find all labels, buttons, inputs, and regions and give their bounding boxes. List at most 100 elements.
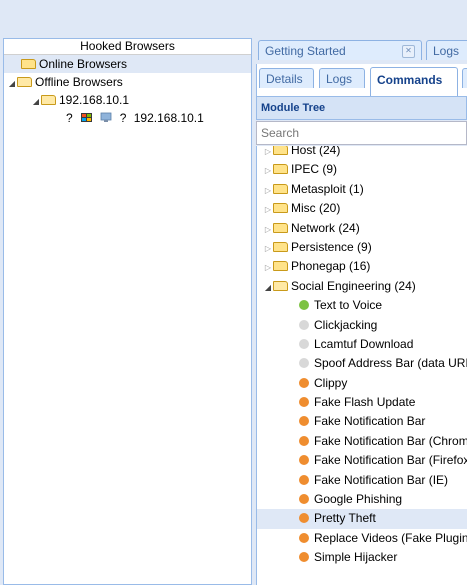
module-item-label: Replace Videos (Fake Plugin) [314,530,467,545]
status-dot-orange-icon [299,455,309,466]
status-dot-orange-icon [299,532,309,543]
online-browsers-label: Online Browsers [39,57,128,71]
folder-icon [273,241,288,252]
module-item-simple-hijacker[interactable]: Simple Hijacker [257,548,467,567]
module-category-phonegap-16[interactable]: ▷ Phonegap (16) [257,257,467,276]
module-category-misc-20[interactable]: ▷ Misc (20) [257,199,467,218]
module-item-label: Spoof Address Bar (data URI) [314,356,467,371]
status-dot-orange-icon [299,513,309,524]
tab-logs[interactable]: Logs [426,40,467,60]
host-node[interactable]: ◢ 192.168.10.1 [4,91,251,109]
collapsed-triangle-icon[interactable]: ▷ [263,181,273,200]
status-dot-orange-icon [299,377,309,388]
module-item-fake-notification-bar[interactable]: Fake Notification Bar [257,412,467,431]
module-category-social-engineering-24[interactable]: ◢ Social Engineering (24) [257,277,467,296]
module-category-network-24[interactable]: ▷ Network (24) [257,219,467,238]
module-tree-title: Module Tree [256,96,467,120]
tab-getting-started[interactable]: Getting Started ✕ [258,40,422,60]
unknown-browser-icon: ? [66,111,73,125]
collapsed-triangle-icon[interactable]: ▷ [263,258,273,277]
module-item-google-phishing[interactable]: Google Phishing [257,490,467,509]
collapsed-triangle-icon[interactable]: ▷ [263,200,273,219]
tab-commands[interactable]: Commands [370,67,458,96]
browser-ip-label: 192.168.10.1 [133,111,204,125]
tab-logs-browser[interactable]: Logs [319,68,365,88]
module-item-text-to-voice[interactable]: Text to Voice [257,296,467,315]
module-item-label: Fake Flash Update [314,395,416,410]
module-category-label: Metasploit (1) [291,181,364,196]
tab-commands-label: Commands [377,73,443,87]
hooked-browsers-panel: Hooked Browsers Online Browsers ◢ Offline… [3,38,252,585]
tab-details-label: Details [266,72,303,86]
host-label: 192.168.10.1 [59,93,130,107]
module-category-ipec-9[interactable]: ▷ IPEC (9) [257,160,467,179]
folder-open-icon [41,95,56,105]
windows-os-icon [81,113,93,122]
module-category-host-24[interactable]: ▷ Host (24) [257,146,467,160]
status-dot-gray-icon [299,338,309,349]
tab-getting-started-label: Getting Started [265,44,346,58]
folder-icon [273,164,288,175]
module-item-fake-notification-bar-ie[interactable]: Fake Notification Bar (IE) [257,471,467,490]
folder-open-icon [17,77,32,87]
module-item-clippy[interactable]: Clippy [257,374,467,393]
module-category-metasploit-1[interactable]: ▷ Metasploit (1) [257,180,467,199]
offline-browsers-label: Offline Browsers [35,75,123,89]
collapsed-triangle-icon[interactable]: ▷ [263,220,273,239]
module-item-label: Text to Voice [314,298,383,313]
tab-logs-label: Logs [433,44,460,58]
online-browsers-node[interactable]: Online Browsers [4,55,251,73]
module-item-label: Fake Notification Bar (Chrome) [314,433,467,448]
close-icon[interactable]: ✕ [402,45,415,58]
computer-icon [100,112,112,122]
module-search-input[interactable]: Search [256,121,467,145]
module-category-label: IPEC (9) [291,162,338,177]
module-tree: ▷ Host (24) ▷ IPEC (9) ▷ Metasploit (1) ▷ Misc … [256,146,467,585]
module-item-label: Clickjacking [314,317,378,332]
module-item-label: Simple Hijacker [314,550,398,565]
hooked-browsers-header: Hooked Browsers [4,39,251,55]
status-dot-gray-icon [299,358,309,369]
folder-open-icon [273,280,288,291]
module-item-label: Clippy [314,375,348,390]
main-tab-strip: Getting Started ✕ Logs [256,38,467,64]
expanded-triangle-icon[interactable]: ◢ [263,278,273,297]
module-item-pretty-theft[interactable]: Pretty Theft [257,509,467,529]
unknown-device-icon: ? [119,111,127,125]
module-category-label: Host (24) [291,146,341,157]
tab-details[interactable]: Details [259,68,314,88]
module-item-lcamtuf-download[interactable]: Lcamtuf Download [257,335,467,354]
module-category-label: Persistence (9) [291,239,372,254]
top-banner [0,0,467,38]
folder-icon [273,183,288,194]
module-item-spoof-address-bar-data-uri[interactable]: Spoof Address Bar (data URI) [257,354,467,373]
module-category-label: Phonegap (16) [291,259,371,274]
tab-logs-browser-label: Logs [326,72,353,86]
status-dot-green-icon [299,300,309,311]
tab-overflow[interactable] [462,68,467,88]
offline-browsers-node[interactable]: ◢ Offline Browsers [4,73,251,91]
status-dot-orange-icon [299,397,309,408]
folder-icon [273,222,288,233]
collapsed-triangle-icon[interactable]: ▷ [263,146,273,161]
module-category-label: Misc (20) [291,201,341,216]
module-item-replace-videos-fake-plugin[interactable]: Replace Videos (Fake Plugin) [257,529,467,548]
collapsed-triangle-icon[interactable]: ▷ [263,239,273,258]
browser-node[interactable]: ? ? 192.168.10.1 [4,109,251,127]
folder-icon [21,59,36,69]
module-item-clickjacking[interactable]: Clickjacking [257,316,467,335]
module-item-fake-notification-bar-firefox[interactable]: Fake Notification Bar (Firefox) [257,451,467,470]
status-dot-gray-icon [299,319,309,330]
module-item-label: Lcamtuf Download [314,336,414,351]
module-category-label: Social Engineering (24) [291,278,416,293]
status-dot-orange-icon [299,435,309,446]
module-item-label: Google Phishing [314,492,403,507]
module-category-label: Network (24) [291,220,360,235]
module-item-fake-flash-update[interactable]: Fake Flash Update [257,393,467,412]
module-item-label: Fake Notification Bar (Firefox) [314,453,467,468]
module-item-fake-notification-bar-chrome[interactable]: Fake Notification Bar (Chrome) [257,432,467,451]
module-item-label: Fake Notification Bar (IE) [314,472,449,487]
collapsed-triangle-icon[interactable]: ▷ [263,161,273,180]
module-category-persistence-9[interactable]: ▷ Persistence (9) [257,238,467,257]
module-item-label: Pretty Theft [314,511,376,526]
